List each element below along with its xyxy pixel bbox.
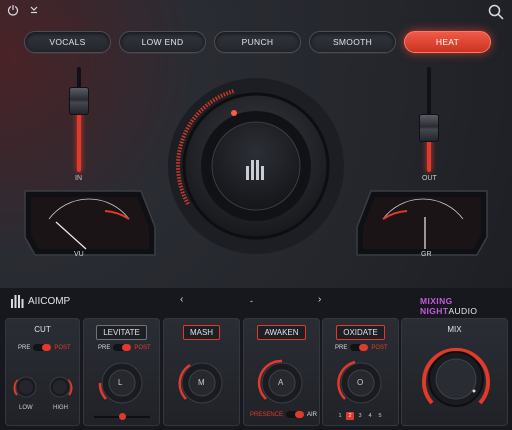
previous-preset-icon[interactable]: ‹ [180,294,183,305]
preset-bar: VOCALS LOW END PUNCH SMOOTH HEAT [24,31,491,53]
awaken-module: AWAKEN A PRESENCE AIR [243,318,320,426]
levitate-post-label: POST [134,344,151,351]
product-name: AIICOMP [28,296,71,307]
levitate-module: LEVITATE PRE POST L [83,318,160,426]
brand-logo-icon [11,295,24,308]
levitate-pre-post-toggle[interactable]: PRE POST [98,344,151,351]
mix-knob[interactable] [418,341,494,417]
cut-pre-post-toggle[interactable]: PRE POST [18,344,71,351]
preset-punch-button[interactable]: PUNCH [214,31,301,53]
oxidate-mode-2[interactable]: 2 [346,412,354,420]
cut-high-label: HIGH [53,405,68,411]
mix-title: MIX [447,325,462,334]
input-fader[interactable] [69,67,89,172]
levitate-toggle-switch[interactable] [113,344,132,351]
mash-module: MASH M [163,318,240,426]
input-fader-fill [77,107,81,172]
awaken-toggle-switch[interactable] [286,411,305,418]
preset-heat-button[interactable]: HEAT [404,31,491,53]
oxidate-toggle-switch[interactable] [350,344,369,351]
preset-smooth-button[interactable]: SMOOTH [309,31,396,53]
preset-name[interactable]: - [250,296,253,306]
power-icon[interactable] [6,3,20,17]
cut-post-label: POST [54,344,71,351]
search-icon[interactable] [487,3,505,21]
preset-vocals-button[interactable]: VOCALS [24,31,111,53]
mash-knob-label: M [198,378,205,387]
awaken-presence-air-toggle[interactable]: PRESENCE AIR [250,411,317,418]
vendor-logo-secondary: AUDIO [448,306,478,316]
input-fader-label: IN [75,175,82,182]
oxidate-module: OXIDATE PRE POST O 1 2 3 4 5 [322,318,399,426]
output-fader-label: OUT [422,175,437,182]
levitate-pre-label: PRE [98,344,111,351]
gain-reduction-meter-label: GR [421,251,432,258]
mix-module: MIX [401,318,508,426]
levitate-slider-handle[interactable] [119,413,126,420]
oxidate-pre-post-toggle[interactable]: PRE POST [335,344,388,351]
oxidate-pre-label: PRE [335,344,348,351]
chevron-down-icon[interactable] [28,3,40,15]
levitate-knob-label: L [118,378,123,387]
cut-high-knob[interactable] [46,373,74,401]
awaken-air-label: AIR [307,411,318,418]
cut-title: CUT [34,325,51,334]
cut-module: CUT PRE POST LOW HIGH [5,318,80,426]
next-preset-icon[interactable]: › [318,294,321,305]
cut-pre-label: PRE [18,344,31,351]
oxidate-mode-1[interactable]: 1 [336,412,344,420]
vendor-logo: MIXING NIGHTAUDIO [420,296,512,316]
vu-meter [24,190,156,256]
awaken-title: AWAKEN [257,325,306,340]
output-fader-handle[interactable] [419,114,439,142]
vu-meter-label: VU [74,251,84,258]
cut-low-label: LOW [19,405,33,411]
brand-bar: AIICOMP ‹ - › MIXING NIGHTAUDIO [0,288,512,316]
output-fader[interactable] [419,67,439,172]
oxidate-knob-label: O [357,378,364,387]
input-fader-handle[interactable] [69,87,89,115]
oxidate-title: OXIDATE [336,325,385,340]
oxidate-mode-5[interactable]: 5 [376,412,384,420]
oxidate-mode-4[interactable]: 4 [366,412,374,420]
cut-low-knob[interactable] [12,373,40,401]
preset-low-end-button[interactable]: LOW END [119,31,206,53]
oxidate-mode-3[interactable]: 3 [356,412,364,420]
awaken-presence-label: PRESENCE [250,411,284,418]
awaken-knob-label: A [278,378,284,387]
oxidate-post-label: POST [371,344,388,351]
threshold-knob[interactable] [166,76,346,256]
mash-title: MASH [182,325,221,340]
gain-reduction-meter [356,190,488,256]
levitate-title: LEVITATE [96,325,147,340]
cut-toggle-switch[interactable] [33,344,52,351]
